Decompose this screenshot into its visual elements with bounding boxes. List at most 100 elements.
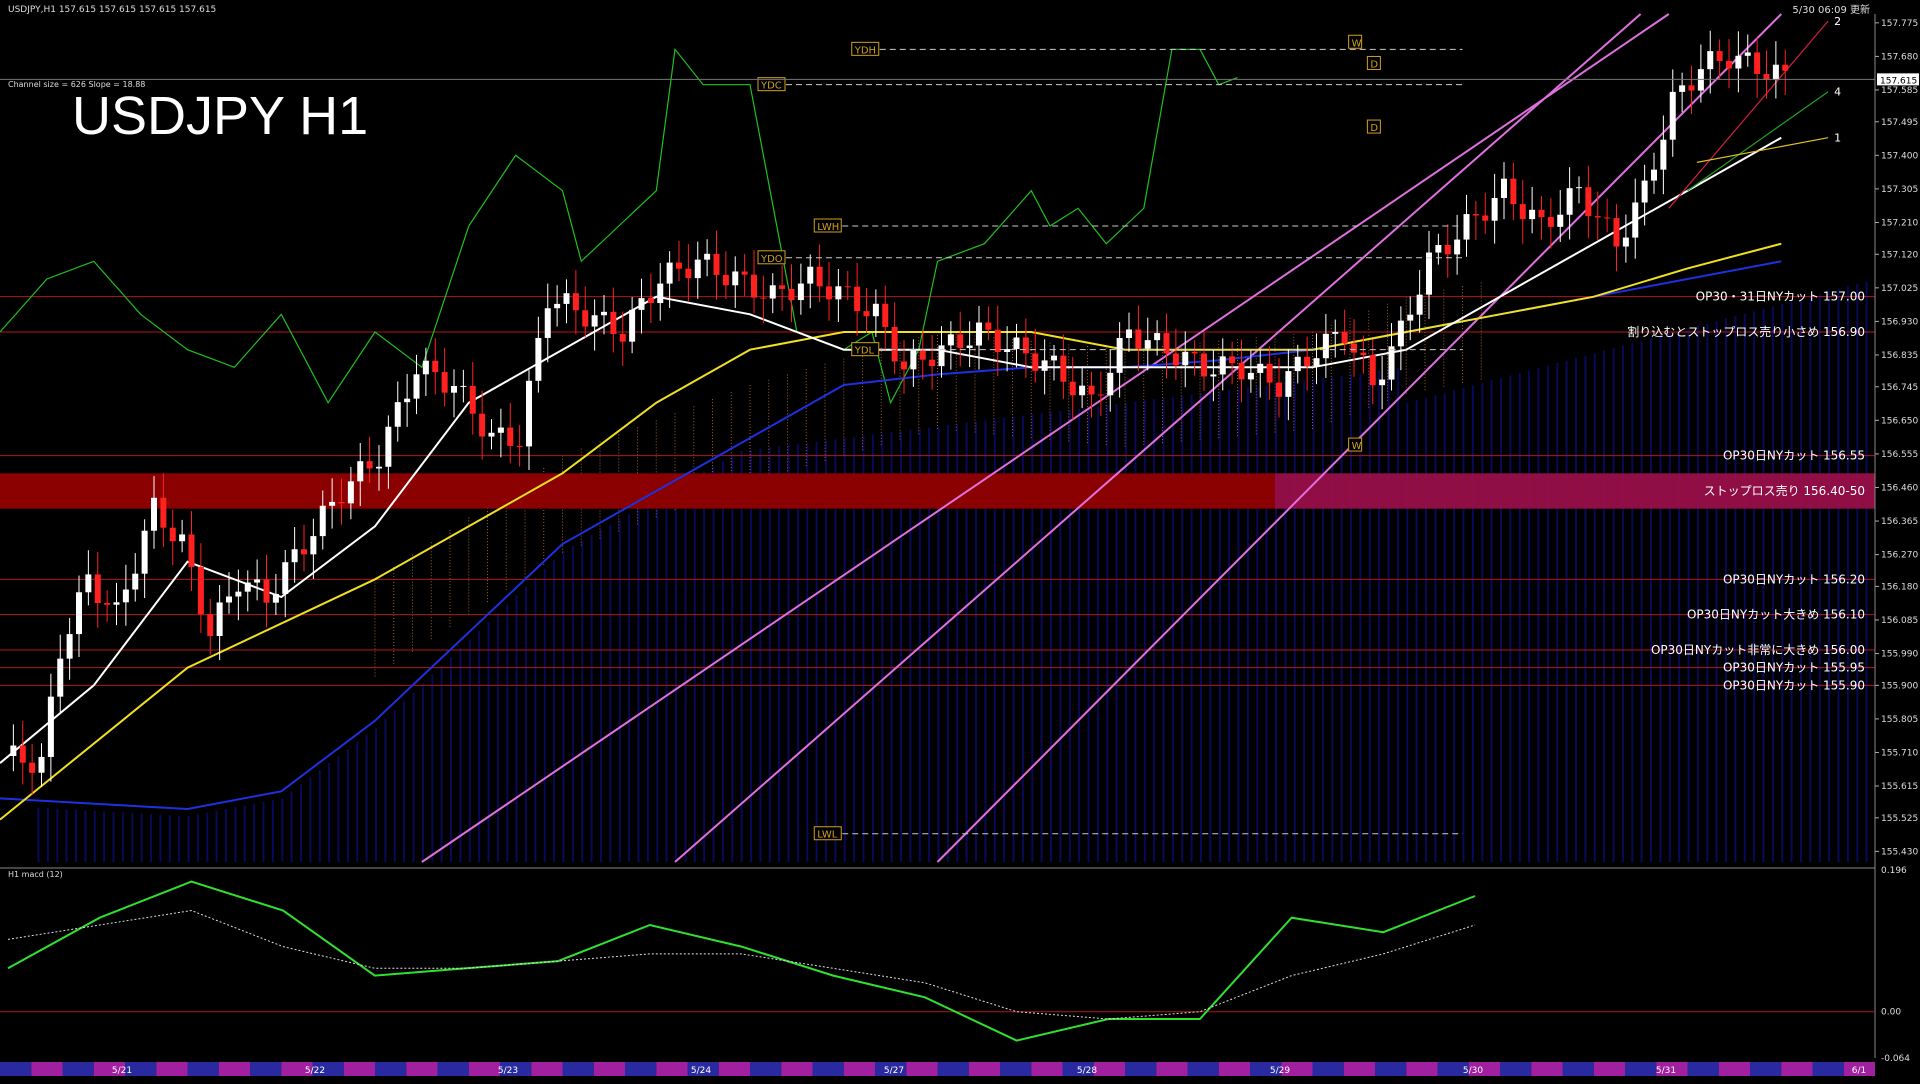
candle-body bbox=[38, 756, 45, 773]
update-time: 5/30 06:09 更新 bbox=[1792, 3, 1870, 16]
cloud-bar bbox=[215, 810, 218, 862]
cloud-bar bbox=[487, 621, 490, 862]
cloud-bar bbox=[1509, 375, 1512, 862]
cloud-bar bbox=[1256, 386, 1259, 862]
candle-body bbox=[497, 427, 504, 433]
cloud-bar bbox=[1406, 402, 1409, 862]
candle-body bbox=[1641, 180, 1648, 203]
candle-body bbox=[741, 271, 748, 275]
cloud-bar bbox=[365, 734, 368, 862]
candle-body bbox=[901, 361, 907, 370]
session-bar bbox=[1312, 1062, 1344, 1076]
candle-body bbox=[1735, 55, 1742, 69]
cloud-bar bbox=[393, 710, 396, 862]
candle-body bbox=[1744, 52, 1751, 56]
candle-body bbox=[676, 262, 682, 269]
cloud-bar bbox=[1706, 323, 1709, 862]
cloud-bar bbox=[1621, 345, 1624, 862]
candle-body bbox=[685, 268, 692, 279]
session-bar bbox=[1375, 1062, 1407, 1076]
cloud-bar bbox=[93, 810, 96, 862]
cloud-bar bbox=[1631, 343, 1634, 862]
price-chart[interactable]: 2 4 1 OP30・31日NYカット 157.00 割り込むとストップロス売り小さめ… bbox=[0, 0, 1920, 1080]
candle-body bbox=[713, 253, 720, 275]
session-bar bbox=[718, 1062, 750, 1076]
cloud-bar bbox=[1734, 316, 1737, 863]
candle-body bbox=[1519, 204, 1526, 220]
cloud-bar bbox=[656, 498, 659, 862]
candle-body bbox=[488, 432, 495, 437]
candle-body bbox=[760, 297, 767, 299]
cloud-bar bbox=[1696, 326, 1699, 862]
candle-body bbox=[1472, 214, 1479, 216]
candle-body bbox=[394, 402, 401, 427]
level-label: OP30日NYカット大きめ 156.10 bbox=[1687, 608, 1865, 622]
candle-body bbox=[1172, 353, 1179, 366]
candle-body bbox=[807, 266, 814, 284]
cloud-bar bbox=[768, 447, 771, 862]
y-tick-label: 157.025 bbox=[1881, 284, 1918, 294]
session-bar bbox=[1000, 1062, 1032, 1076]
candle-body bbox=[216, 602, 223, 636]
candle-body bbox=[788, 288, 795, 301]
cloud-bar bbox=[1518, 373, 1521, 862]
candle-body bbox=[544, 308, 551, 338]
candle-body bbox=[1060, 355, 1067, 382]
cloud-bar bbox=[506, 604, 509, 862]
cloud-bar bbox=[309, 777, 312, 862]
cloud-bar bbox=[1181, 395, 1184, 862]
cloud-bar bbox=[281, 798, 284, 862]
y-tick-label: 156.460 bbox=[1881, 483, 1918, 493]
candle-body bbox=[1397, 320, 1404, 347]
cloud-bar bbox=[225, 809, 227, 862]
candle-body bbox=[582, 310, 589, 327]
session-bar bbox=[1750, 1062, 1782, 1076]
cloud-bar bbox=[1387, 369, 1390, 862]
candle-body bbox=[1332, 331, 1339, 334]
reference-label: YDO bbox=[760, 254, 783, 265]
cloud-bar bbox=[1443, 392, 1446, 862]
candle-body bbox=[226, 596, 232, 603]
candle-body bbox=[647, 298, 654, 304]
candle-body bbox=[1444, 244, 1451, 255]
session-bar bbox=[812, 1062, 844, 1076]
y-tick-label: 156.835 bbox=[1881, 351, 1918, 361]
candle-body bbox=[113, 602, 120, 605]
candle-body bbox=[1463, 214, 1470, 240]
session-bar bbox=[1562, 1062, 1594, 1076]
candle-body bbox=[1435, 244, 1442, 253]
candle-body bbox=[422, 360, 429, 375]
cloud-bar bbox=[571, 545, 574, 862]
cloud-bar bbox=[590, 535, 593, 862]
candle-body bbox=[1726, 60, 1732, 69]
level-label: OP30日NYカット非常に大きめ 156.00 bbox=[1651, 643, 1865, 657]
session-bar bbox=[562, 1062, 594, 1076]
candle-body bbox=[1379, 379, 1386, 386]
session-bar bbox=[906, 1062, 938, 1076]
candle-body bbox=[263, 579, 270, 603]
candle-body bbox=[1266, 363, 1273, 383]
session-bar bbox=[1406, 1062, 1438, 1076]
cloud-bar bbox=[168, 815, 171, 862]
candle-body bbox=[797, 283, 804, 301]
candle-body bbox=[601, 311, 607, 316]
candle-body bbox=[1585, 187, 1592, 217]
candle-body bbox=[413, 374, 420, 399]
x-tick-label: 5/27 bbox=[884, 1066, 904, 1076]
cloud-bar bbox=[1725, 318, 1727, 863]
cloud-bar bbox=[318, 770, 321, 862]
candle-body bbox=[338, 501, 345, 504]
cloud-bar bbox=[1246, 387, 1249, 862]
candle-body bbox=[1697, 69, 1704, 91]
session-bar bbox=[31, 1062, 63, 1076]
candle-body bbox=[66, 634, 73, 659]
gann-fan-label: 2 bbox=[1834, 15, 1841, 28]
candle-body bbox=[151, 497, 157, 531]
y-tick-label: 156.365 bbox=[1881, 517, 1918, 527]
x-tick-label: 5/22 bbox=[305, 1066, 325, 1076]
candle-body bbox=[844, 286, 851, 288]
candle-body bbox=[919, 350, 926, 360]
cloud-bar bbox=[1481, 382, 1484, 862]
cloud-bar bbox=[1462, 387, 1465, 862]
candle-body bbox=[751, 274, 757, 298]
